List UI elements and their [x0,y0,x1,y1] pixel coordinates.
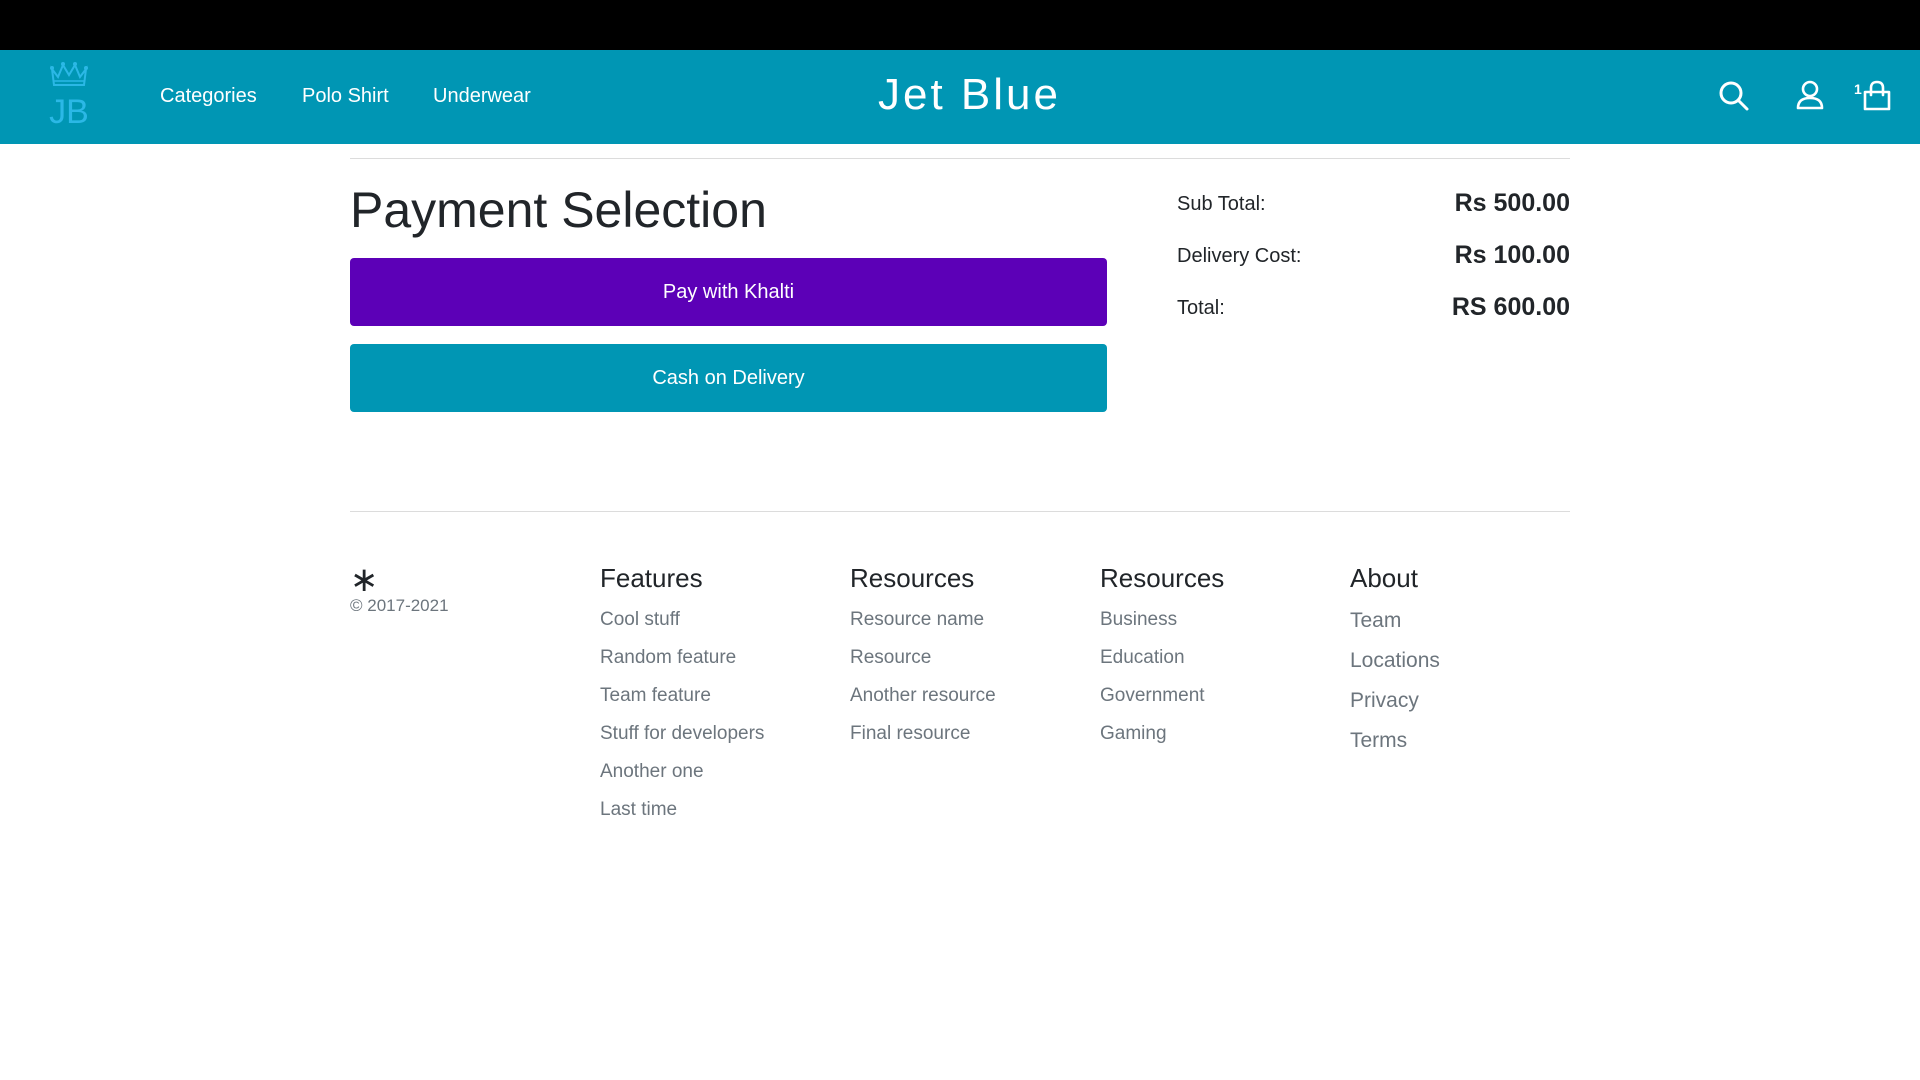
footer-asterisk-icon: ∗ [350,561,379,599]
browser-top-bar [0,0,1920,50]
nav-link-polo-shirt[interactable]: Polo Shirt [302,84,389,108]
footer-link[interactable]: Education [1100,647,1185,668]
footer-column-about: About Team Locations Privacy Terms [1350,563,1590,761]
footer-link[interactable]: Resource [850,647,931,668]
logo-text: JB [49,93,89,129]
footer-link[interactable]: Last time [600,799,677,820]
total-row: Total: RS 600.00 [1177,293,1570,323]
cart-count-badge: 1 [1854,81,1862,97]
footer-link[interactable]: Gaming [1100,723,1167,744]
delivery-value: Rs 100.00 [1454,241,1570,269]
footer-link[interactable]: Random feature [600,647,736,668]
footer-link[interactable]: Government [1100,685,1205,706]
crown-logo-icon: JB [49,62,89,131]
footer-link[interactable]: Business [1100,609,1177,630]
copyright-text: © 2017-2021 [350,596,449,615]
subtotal-value: Rs 500.00 [1454,189,1570,217]
search-icon[interactable] [1718,80,1750,117]
top-divider [350,158,1570,159]
total-value: RS 600.00 [1451,293,1570,321]
footer-link[interactable]: Another resource [850,685,996,706]
navbar: JB Categories Polo Shirt Underwear Jet B… [0,50,1920,144]
footer-link[interactable]: Locations [1350,649,1440,672]
footer-link[interactable]: Privacy [1350,689,1419,712]
logo[interactable]: JB [44,59,94,131]
nav-link-underwear[interactable]: Underwear [433,84,531,108]
footer-column-title: Resources [850,563,975,593]
footer-link[interactable]: Team [1350,609,1401,632]
footer-link[interactable]: Team feature [600,685,711,706]
subtotal-row: Sub Total: Rs 500.00 [1177,189,1570,219]
footer-column-title: About [1350,563,1418,593]
brand-title[interactable]: Jet Blue [878,70,1061,120]
pay-with-khalti-button[interactable]: Pay with Khalti [350,258,1107,326]
footer-column-title: Features [600,563,703,593]
cash-on-delivery-button[interactable]: Cash on Delivery [350,344,1107,412]
user-icon[interactable] [1796,80,1824,115]
delivery-row: Delivery Cost: Rs 100.00 [1177,241,1570,271]
shopping-bag-icon[interactable] [1862,80,1892,117]
delivery-label: Delivery Cost: [1177,245,1302,267]
footer-link[interactable]: Another one [600,761,704,782]
footer-column-resources: Resources Resource name Resource Another… [850,563,1090,753]
footer-link[interactable]: Cool stuff [600,609,680,630]
footer-link[interactable]: Final resource [850,723,970,744]
subtotal-label: Sub Total: [1177,193,1266,215]
nav-link-categories[interactable]: Categories [160,84,257,108]
footer-link[interactable]: Stuff for developers [600,723,764,744]
footer-divider [350,511,1570,512]
total-label: Total: [1177,297,1225,319]
footer-column-resources-2: Resources Business Education Government … [1100,563,1340,753]
footer-link[interactable]: Resource name [850,609,984,630]
footer-link[interactable]: Terms [1350,729,1407,752]
footer-column-features: Features Cool stuff Random feature Team … [600,563,840,829]
page-title: Payment Selection [350,182,767,238]
footer-column-title: Resources [1100,563,1225,593]
